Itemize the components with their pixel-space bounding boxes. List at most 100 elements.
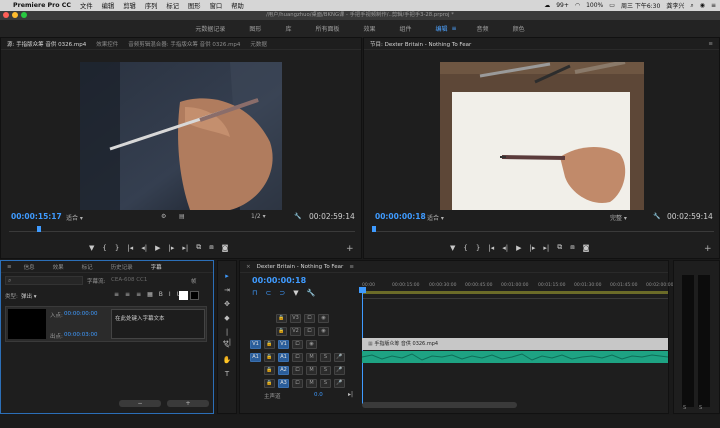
step-forward-icon[interactable]: |▸ [168, 244, 174, 252]
solo-button[interactable]: S [320, 352, 331, 362]
lock-icon[interactable]: 🔒 [264, 378, 275, 388]
program-go-to-out-icon[interactable]: ▸| [543, 244, 549, 252]
tab-effect-controls[interactable]: 效果控件 [96, 40, 118, 48]
user-name[interactable]: 龚李兴 [666, 1, 684, 10]
track-select-tool-icon[interactable]: ⇥ [222, 285, 232, 295]
lift-icon[interactable]: ⧉ [557, 243, 562, 252]
export-frame-icon[interactable]: ◙ [222, 244, 229, 252]
timeline-panel-menu-icon[interactable]: ≡ [349, 264, 354, 270]
solo-button[interactable]: S [320, 365, 331, 375]
source-drag-icon[interactable]: ▤ [179, 213, 185, 220]
cloud-icon[interactable]: ☁ [544, 2, 550, 9]
video-clip[interactable]: ▦ 手指版众筹 音供 0326.mp4 [362, 338, 668, 350]
hand-tool-icon[interactable]: ✋ [222, 355, 232, 365]
sync-lock-icon[interactable]: ⧠ [292, 339, 303, 349]
menu-window[interactable]: 窗口 [210, 1, 223, 10]
captions-panel-menu-icon[interactable]: ≡ [7, 264, 12, 270]
source-resolution-select[interactable]: 1/2 ▾ [251, 213, 266, 220]
tab-sequence[interactable]: Dexter Britain - Nothing To Fear [257, 264, 344, 270]
menu-graphics[interactable]: 图形 [188, 1, 201, 10]
voice-over-icon[interactable]: 🎤 [334, 378, 345, 388]
voice-over-icon[interactable]: 🎤 [334, 352, 345, 362]
menu-sequence[interactable]: 序列 [145, 1, 158, 10]
source-scrubber[interactable] [9, 224, 355, 232]
caption-stream-value[interactable]: CEA-608 CC1 [111, 277, 147, 283]
lock-icon[interactable]: 🔒 [264, 365, 275, 375]
remove-caption-button[interactable]: − [119, 400, 161, 407]
audio-clip[interactable] [361, 351, 669, 363]
sync-lock-icon[interactable]: ⧠ [292, 365, 303, 375]
program-wrench-icon[interactable]: 🔧 [653, 213, 660, 220]
track-label-a2[interactable]: A2 [278, 365, 289, 375]
work-area-bar[interactable] [362, 291, 668, 294]
program-video-frame[interactable] [440, 62, 644, 210]
source-playhead-timecode[interactable]: 00:00:15:17 [11, 212, 62, 221]
tab-metadata[interactable]: 元数据 [250, 40, 267, 48]
eye-icon[interactable]: ◉ [306, 339, 317, 349]
program-scrubber[interactable] [372, 224, 714, 232]
program-step-back-icon[interactable]: ◂| [502, 244, 508, 252]
lock-icon[interactable]: 🔒 [264, 339, 275, 349]
pen-tool-icon[interactable]: ✎ [222, 341, 232, 351]
menu-help[interactable]: 帮助 [231, 1, 244, 10]
mute-button[interactable]: M [306, 352, 317, 362]
track-label-a1[interactable]: A1 [278, 352, 289, 362]
caption-style-select[interactable]: 弹出 ▾ [21, 292, 37, 300]
captions-search-input[interactable]: ⌕ [5, 276, 83, 285]
workspace-libraries[interactable]: 库 [285, 24, 291, 33]
source-fit-select[interactable]: 适合 ▾ [66, 213, 83, 222]
add-marker-timeline-icon[interactable]: ▼ [293, 289, 298, 297]
search-icon[interactable]: ⌕ [690, 2, 693, 10]
eye-icon[interactable]: ◉ [318, 313, 329, 323]
tab-effects[interactable]: 效果 [53, 263, 64, 271]
extract-icon[interactable]: ⧈ [570, 243, 574, 252]
program-mark-out-icon[interactable]: } [476, 244, 480, 252]
timeline-playhead-timecode[interactable]: 00:00:00:18 [252, 276, 306, 285]
workspace-editing[interactable]: 编辑 [436, 24, 448, 33]
slip-tool-icon[interactable]: |↔| [222, 327, 232, 346]
close-window-icon[interactable] [3, 12, 9, 18]
timeline-ruler[interactable]: 00:00 00:00:15:00 00:00:30:00 00:00:45:0… [362, 279, 673, 299]
track-label-v3[interactable]: V3 [290, 313, 301, 323]
track-label-a3[interactable]: A3 [278, 378, 289, 388]
go-to-in-icon[interactable]: |◂ [127, 244, 133, 252]
program-fit-select[interactable]: 适合 ▾ [427, 213, 444, 222]
tab-captions[interactable]: 字幕 [151, 263, 162, 271]
play-icon[interactable]: ▶ [155, 244, 160, 252]
timeline-settings-icon[interactable]: 🔧 [307, 289, 316, 297]
solo-button[interactable]: S [320, 378, 331, 388]
lock-icon[interactable]: 🔒 [276, 326, 287, 336]
eye-icon[interactable]: ◉ [318, 326, 329, 336]
source-video-frame[interactable] [80, 62, 282, 210]
text-color-swatch[interactable] [179, 291, 188, 300]
nest-icon[interactable]: ⊓ [252, 289, 257, 297]
menu-file[interactable]: 文件 [80, 1, 93, 10]
razor-tool-icon[interactable]: ◆ [222, 313, 232, 323]
bold-icon[interactable]: B [159, 291, 163, 298]
siri-icon[interactable]: ◉ [700, 2, 705, 9]
mute-button[interactable]: M [306, 378, 317, 388]
selection-tool-icon[interactable]: ▸ [222, 271, 232, 281]
tab-markers[interactable]: 标记 [82, 263, 93, 271]
program-mark-in-icon[interactable]: { [463, 244, 467, 252]
add-marker-icon[interactable]: ▼ [89, 244, 94, 252]
voice-over-icon[interactable]: 🎤 [334, 365, 345, 375]
overwrite-icon[interactable]: ⧈ [209, 243, 213, 252]
source-patch-v1[interactable]: V1 [250, 339, 261, 349]
align-center-icon[interactable]: ≡ [125, 291, 130, 298]
align-right-icon[interactable]: ≡ [136, 291, 141, 298]
workspace-all-panels[interactable]: 所有面板 [315, 24, 339, 33]
workspace-menu-icon[interactable]: ≡ [452, 25, 457, 32]
menu-marker[interactable]: 标记 [166, 1, 179, 10]
caption-text-field[interactable]: 在此处键入字幕文本 [111, 309, 205, 339]
program-export-frame-icon[interactable]: ◙ [583, 244, 590, 252]
timeline-horizontal-scrollbar[interactable] [362, 402, 517, 408]
meter-solo-left-button[interactable]: S [683, 405, 686, 411]
workspace-color[interactable]: 颜色 [513, 24, 525, 33]
source-wrench-icon[interactable]: ⚙ [161, 213, 166, 220]
align-left-icon[interactable]: ≡ [114, 291, 119, 298]
sync-lock-icon[interactable]: ⧠ [304, 313, 315, 323]
program-go-to-in-icon[interactable]: |◂ [488, 244, 494, 252]
minimize-window-icon[interactable] [12, 12, 18, 18]
italic-icon[interactable]: I [169, 291, 171, 298]
